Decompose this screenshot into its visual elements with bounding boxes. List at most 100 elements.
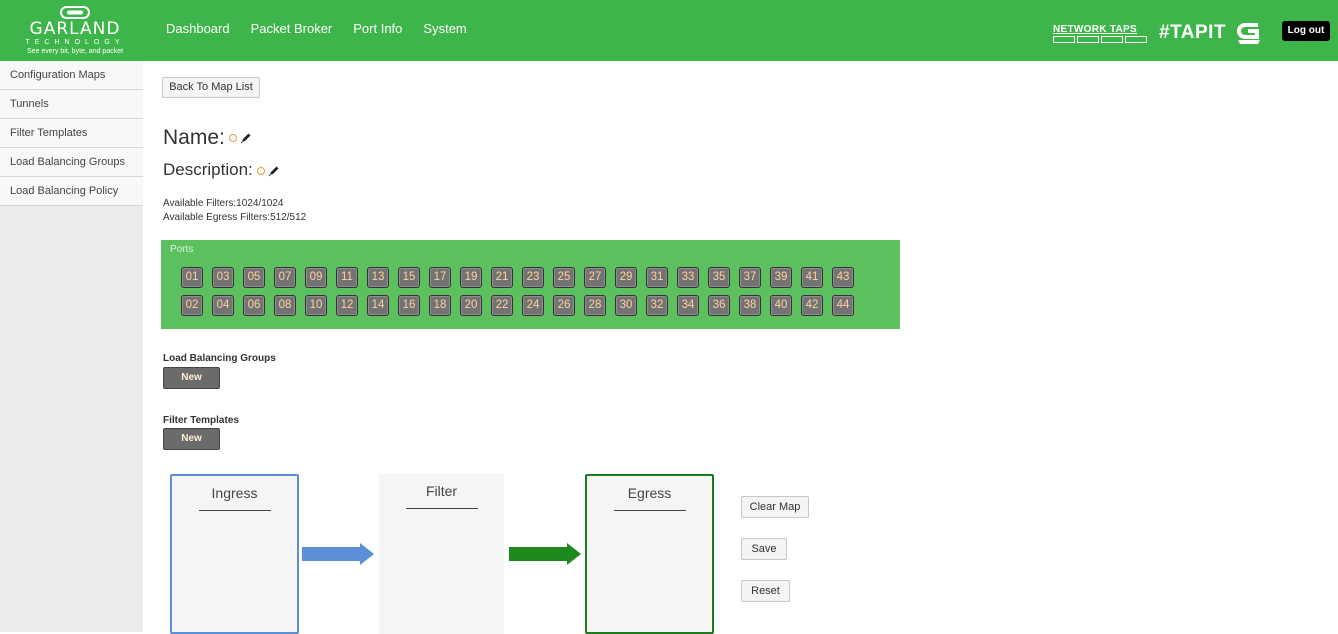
port-03-button[interactable]: 03 — [212, 267, 234, 288]
port-38-button[interactable]: 38 — [739, 295, 761, 316]
nav-packet-broker[interactable]: Packet Broker — [251, 21, 333, 36]
port-25-button[interactable]: 25 — [553, 267, 575, 288]
port-37-button[interactable]: 37 — [739, 267, 761, 288]
filter-title: Filter — [425, 483, 458, 499]
top-bar: GARLAND TECHNOLOGY See every bit, byte, … — [0, 0, 1338, 61]
name-status-icon — [228, 134, 237, 143]
clear-map-button[interactable]: Clear Map — [741, 496, 809, 518]
port-29-button[interactable]: 29 — [615, 267, 637, 288]
new-filter-template-button[interactable]: New — [163, 428, 220, 450]
port-11-button[interactable]: 11 — [336, 267, 358, 288]
tapit-g-icon — [1237, 23, 1260, 44]
sidebar-item-tunnels[interactable]: Tunnels — [0, 90, 143, 119]
garland-logo[interactable]: GARLAND TECHNOLOGY See every bit, byte, … — [8, 6, 142, 58]
port-31-button[interactable]: 31 — [646, 267, 668, 288]
port-16-button[interactable]: 16 — [398, 295, 420, 316]
ports-bottom-row: 02 04 06 08 10 12 14 16 18 20 22 24 26 28 30 32 34 36 38 40… — [181, 295, 863, 316]
ports-panel: Ports 01 03 05 07 09 11 13 15 17 19 21 23 25 27 29 31 33… — [161, 240, 900, 329]
port-13-button[interactable]: 13 — [367, 267, 389, 288]
sidebar-item-configuration-maps[interactable]: Configuration Maps — [0, 61, 143, 90]
back-to-map-list-button[interactable]: Back To Map List — [162, 77, 260, 98]
port-20-button[interactable]: 20 — [460, 295, 482, 316]
port-07-button[interactable]: 07 — [274, 267, 296, 288]
port-15-button[interactable]: 15 — [398, 267, 420, 288]
save-button[interactable]: Save — [741, 538, 787, 560]
port-05-button[interactable]: 05 — [243, 267, 265, 288]
sidebar-item-load-balancing-policy[interactable]: Load Balancing Policy — [0, 177, 143, 206]
name-label: Name: — [163, 126, 225, 149]
available-egress-filters: Available Egress Filters:512/512 — [163, 212, 307, 223]
port-41-button[interactable]: 41 — [801, 267, 823, 288]
reset-button[interactable]: Reset — [741, 580, 790, 602]
port-36-button[interactable]: 36 — [708, 295, 730, 316]
egress-title: Egress — [627, 485, 672, 501]
port-10-button[interactable]: 10 — [305, 295, 327, 316]
port-14-button[interactable]: 14 — [367, 295, 389, 316]
port-24-button[interactable]: 24 — [522, 295, 544, 316]
port-34-button[interactable]: 34 — [677, 295, 699, 316]
garland-mark-icon — [60, 6, 90, 19]
map-name-heading: Name: — [163, 126, 252, 150]
port-04-button[interactable]: 04 — [212, 295, 234, 316]
ports-label: Ports — [170, 244, 194, 255]
nav-system[interactable]: System — [423, 21, 466, 36]
network-taps-label: NETWORK TAPS — [1053, 24, 1137, 35]
edit-description-pencil-icon[interactable] — [268, 165, 280, 177]
port-27-button[interactable]: 27 — [584, 267, 606, 288]
port-40-button[interactable]: 40 — [770, 295, 792, 316]
port-08-button[interactable]: 08 — [274, 295, 296, 316]
tapit-hashtag: #TAPIT — [1159, 22, 1227, 43]
port-17-button[interactable]: 17 — [429, 267, 451, 288]
filter-templates-title: Filter Templates — [163, 415, 239, 426]
ingress-box[interactable]: Ingress — [170, 474, 299, 634]
port-28-button[interactable]: 28 — [584, 295, 606, 316]
port-09-button[interactable]: 09 — [305, 267, 327, 288]
port-02-button[interactable]: 02 — [181, 295, 203, 316]
port-18-button[interactable]: 18 — [429, 295, 451, 316]
port-19-button[interactable]: 19 — [460, 267, 482, 288]
port-43-button[interactable]: 43 — [832, 267, 854, 288]
network-taps-boxes-icon — [1053, 36, 1149, 43]
main-nav: Dashboard Packet Broker Port Info System — [166, 21, 488, 36]
port-12-button[interactable]: 12 — [336, 295, 358, 316]
logout-button[interactable]: Log out — [1282, 21, 1330, 41]
port-39-button[interactable]: 39 — [770, 267, 792, 288]
filter-box[interactable]: Filter — [379, 474, 504, 634]
description-status-icon — [256, 166, 265, 175]
egress-box[interactable]: Egress — [585, 474, 714, 634]
port-35-button[interactable]: 35 — [708, 267, 730, 288]
sidebar-item-load-balancing-groups[interactable]: Load Balancing Groups — [0, 148, 143, 177]
map-description-heading: Description: — [163, 160, 280, 180]
port-42-button[interactable]: 42 — [801, 295, 823, 316]
port-32-button[interactable]: 32 — [646, 295, 668, 316]
port-30-button[interactable]: 30 — [615, 295, 637, 316]
port-44-button[interactable]: 44 — [832, 295, 854, 316]
nav-port-info[interactable]: Port Info — [353, 21, 402, 36]
sidebar: Configuration Maps Tunnels Filter Templa… — [0, 61, 143, 632]
filter-to-egress-arrow-icon — [509, 543, 581, 565]
port-26-button[interactable]: 26 — [553, 295, 575, 316]
ingress-divider — [198, 510, 271, 511]
description-label: Description: — [163, 160, 253, 179]
ingress-to-filter-arrow-icon — [302, 543, 374, 565]
port-22-button[interactable]: 22 — [491, 295, 513, 316]
nav-dashboard[interactable]: Dashboard — [166, 21, 230, 36]
ingress-title: Ingress — [211, 485, 258, 501]
logo-sub: TECHNOLOGY — [25, 39, 125, 46]
sidebar-item-filter-templates[interactable]: Filter Templates — [0, 119, 143, 148]
edit-name-pencil-icon[interactable] — [240, 132, 252, 144]
network-taps-logo[interactable]: NETWORK TAPS — [1053, 24, 1149, 43]
port-23-button[interactable]: 23 — [522, 267, 544, 288]
port-01-button[interactable]: 01 — [181, 267, 203, 288]
port-06-button[interactable]: 06 — [243, 295, 265, 316]
filter-divider — [405, 508, 478, 509]
ports-top-row: 01 03 05 07 09 11 13 15 17 19 21 23 25 27 29 31 33 35 37 39… — [181, 267, 863, 288]
available-filters: Available Filters:1024/1024 — [163, 198, 284, 209]
port-33-button[interactable]: 33 — [677, 267, 699, 288]
egress-divider — [613, 510, 686, 511]
new-lb-group-button[interactable]: New — [163, 367, 220, 389]
lb-groups-title: Load Balancing Groups — [163, 353, 276, 364]
logo-brand: GARLAND — [29, 19, 121, 39]
port-21-button[interactable]: 21 — [491, 267, 513, 288]
logo-tagline: See every bit, byte, and packet — [26, 48, 124, 55]
